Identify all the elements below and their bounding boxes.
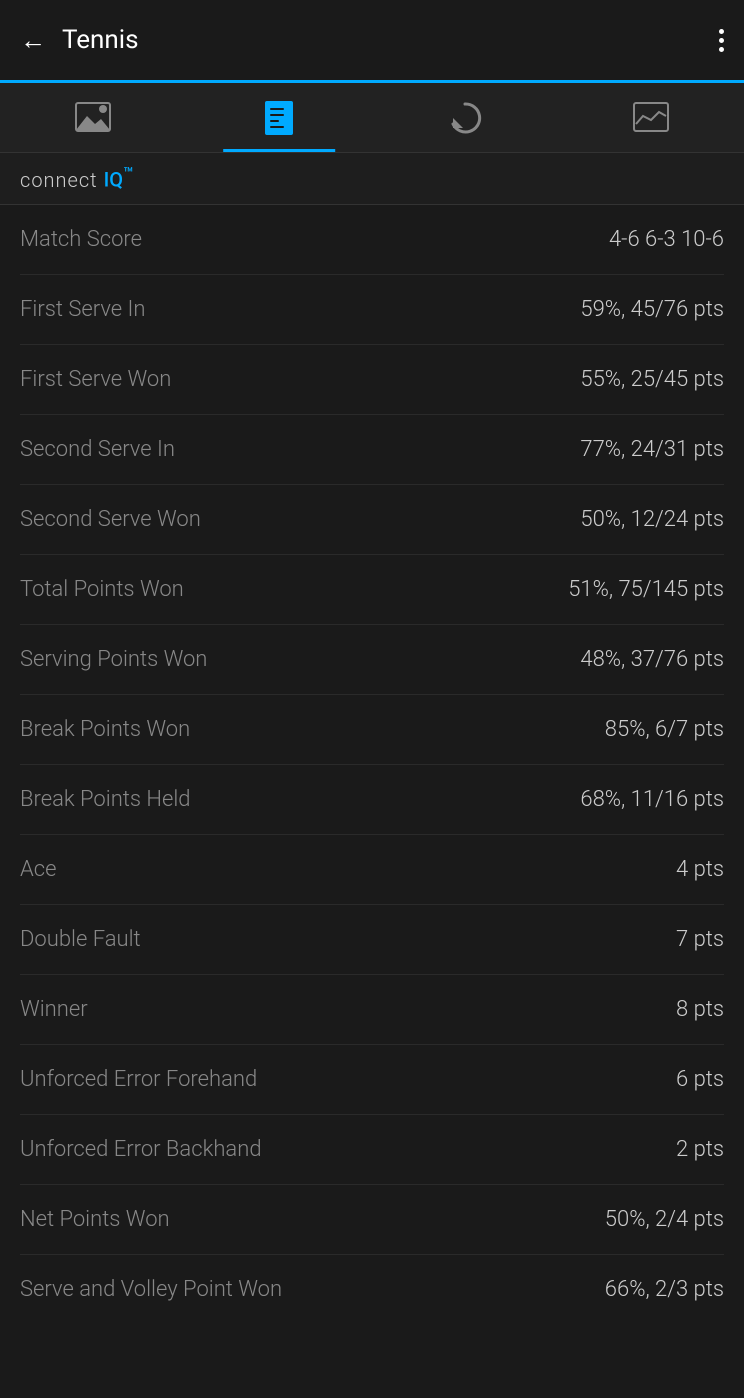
stat-label: Break Points Held xyxy=(20,787,191,812)
stat-value: 6 pts xyxy=(676,1067,724,1092)
more-options-button[interactable] xyxy=(719,29,724,52)
stat-label: Serving Points Won xyxy=(20,647,207,672)
dot-1 xyxy=(719,29,724,34)
stat-label: Match Score xyxy=(20,227,142,252)
page-title: Tennis xyxy=(62,25,139,55)
stat-label: Unforced Error Forehand xyxy=(20,1067,257,1092)
table-row: Break Points Won 85%, 6/7 pts xyxy=(20,695,724,765)
stat-value: 7 pts xyxy=(676,927,724,952)
stat-label: Second Serve Won xyxy=(20,507,201,532)
stat-value: 8 pts xyxy=(676,997,724,1022)
stat-value: 50%, 12/24 pts xyxy=(580,507,724,532)
dot-2 xyxy=(719,38,724,43)
stat-label: Winner xyxy=(20,997,88,1022)
stat-label: First Serve Won xyxy=(20,367,171,392)
list-line-4 xyxy=(270,126,284,128)
back-button[interactable]: ← xyxy=(20,25,46,56)
stat-label: First Serve In xyxy=(20,297,145,322)
table-row: Match Score 4-6 6-3 10-6 xyxy=(20,205,724,275)
tab-photo[interactable] xyxy=(0,83,186,152)
stats-list: Match Score 4-6 6-3 10-6 First Serve In 59%… xyxy=(0,205,744,1324)
tab-list[interactable] xyxy=(186,83,372,152)
stat-value: 4-6 6-3 10-6 xyxy=(609,227,724,252)
stat-value: 55%, 25/45 pts xyxy=(580,367,724,392)
table-row: First Serve Won 55%, 25/45 pts xyxy=(20,345,724,415)
table-row: Unforced Error Backhand 2 pts xyxy=(20,1115,724,1185)
stat-label: Serve and Volley Point Won xyxy=(20,1277,282,1302)
connect-iq-bar: connect IQ™ xyxy=(0,153,744,205)
tab-refresh[interactable] xyxy=(372,83,558,152)
tab-bar xyxy=(0,83,744,153)
stat-value: 85%, 6/7 pts xyxy=(605,717,724,742)
tm-symbol: ™ xyxy=(123,165,133,184)
table-row: Total Points Won 51%, 75/145 pts xyxy=(20,555,724,625)
header-left: ← Tennis xyxy=(20,25,139,56)
iq-text: IQ™ xyxy=(104,165,134,192)
table-row: Serve and Volley Point Won 66%, 2/3 pts xyxy=(20,1255,724,1324)
table-row: Ace 4 pts xyxy=(20,835,724,905)
stat-value: 66%, 2/3 pts xyxy=(605,1277,724,1302)
list-icon xyxy=(265,101,293,135)
chart-icon xyxy=(633,102,669,134)
stat-label: Ace xyxy=(20,857,56,882)
tab-chart[interactable] xyxy=(558,83,744,152)
list-line-2 xyxy=(270,114,284,116)
refresh-icon xyxy=(447,100,483,136)
stat-value: 50%, 2/4 pts xyxy=(605,1207,724,1232)
table-row: Net Points Won 50%, 2/4 pts xyxy=(20,1185,724,1255)
table-row: Winner 8 pts xyxy=(20,975,724,1045)
stat-value: 4 pts xyxy=(676,857,724,882)
table-row: First Serve In 59%, 45/76 pts xyxy=(20,275,724,345)
stat-label: Second Serve In xyxy=(20,437,175,462)
stat-label: Double Fault xyxy=(20,927,141,952)
table-row: Break Points Held 68%, 11/16 pts xyxy=(20,765,724,835)
stat-label: Net Points Won xyxy=(20,1207,170,1232)
header: ← Tennis xyxy=(0,0,744,80)
table-row: Second Serve In 77%, 24/31 pts xyxy=(20,415,724,485)
connect-iq-logo: connect IQ™ xyxy=(20,165,724,192)
stat-value: 77%, 24/31 pts xyxy=(580,437,724,462)
table-row: Double Fault 7 pts xyxy=(20,905,724,975)
dot-3 xyxy=(719,47,724,52)
stat-value: 48%, 37/76 pts xyxy=(580,647,724,672)
stat-value: 51%, 75/145 pts xyxy=(568,577,724,602)
table-row: Serving Points Won 48%, 37/76 pts xyxy=(20,625,724,695)
table-row: Unforced Error Forehand 6 pts xyxy=(20,1045,724,1115)
stat-label: Total Points Won xyxy=(20,577,184,602)
list-line-3 xyxy=(270,120,279,122)
connect-text: connect xyxy=(20,168,98,192)
stat-label: Break Points Won xyxy=(20,717,190,742)
stat-value: 2 pts xyxy=(676,1137,724,1162)
stat-value: 68%, 11/16 pts xyxy=(580,787,724,812)
list-line-1 xyxy=(270,108,284,110)
photo-icon xyxy=(75,102,111,134)
table-row: Second Serve Won 50%, 12/24 pts xyxy=(20,485,724,555)
stat-label: Unforced Error Backhand xyxy=(20,1137,262,1162)
stat-value: 59%, 45/76 pts xyxy=(580,297,724,322)
